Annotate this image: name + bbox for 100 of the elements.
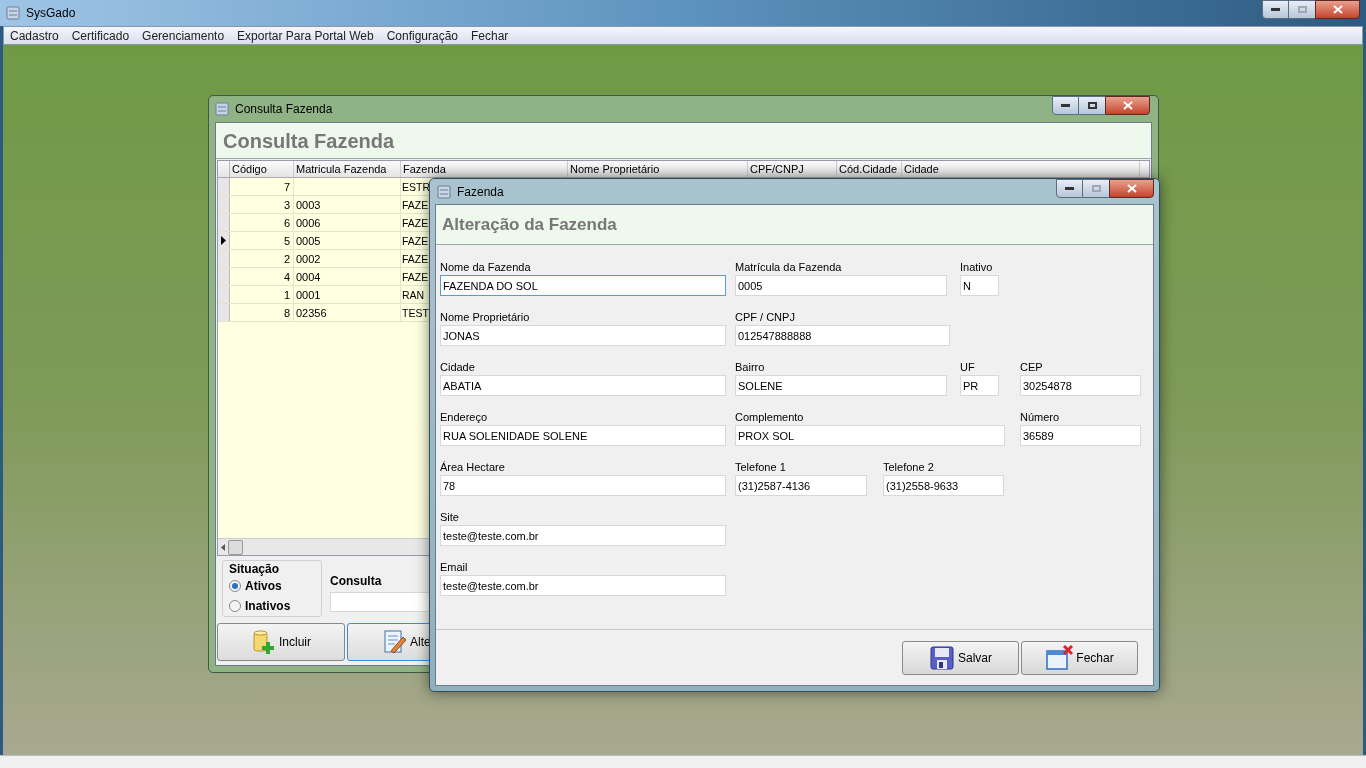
- radio-label: Inativos: [245, 598, 291, 615]
- text-field[interactable]: (31)2587-4136: [735, 475, 867, 496]
- text-field[interactable]: FAZENDA DO SOL: [440, 275, 726, 296]
- column-header[interactable]: Nome Proprietário: [568, 161, 748, 177]
- table-cell-text: TEST: [401, 306, 429, 321]
- panel-heading: Alteração da Fazenda: [442, 213, 617, 236]
- table-cell-text: FAZE: [401, 252, 429, 267]
- document-pencil-icon: [382, 629, 408, 655]
- close-icon: [1122, 101, 1133, 110]
- table-cell: 6: [230, 214, 294, 231]
- text-field[interactable]: N: [960, 275, 999, 296]
- menu-item[interactable]: Gerenciamento: [142, 26, 225, 45]
- text-field[interactable]: JONAS: [440, 325, 726, 346]
- search-field[interactable]: [330, 592, 430, 612]
- toolbar-button[interactable]: Incluir: [217, 623, 345, 661]
- field-label: Complemento: [735, 410, 805, 425]
- column-header[interactable]: Cód.Cidade: [837, 161, 902, 177]
- menu-item[interactable]: Exportar Para Portal Web: [237, 26, 374, 45]
- table-cell-text: FAZE: [401, 198, 429, 213]
- table-cell: 8: [230, 304, 294, 321]
- radio-button[interactable]: [229, 600, 241, 612]
- column-header[interactable]: Cidade: [902, 161, 1140, 177]
- field-label: Email: [440, 560, 469, 575]
- text-field[interactable]: teste@teste.com.br: [440, 575, 726, 596]
- field-label: Inativo: [960, 260, 994, 275]
- dialog-button[interactable]: Fechar: [1021, 640, 1138, 675]
- window-icon: [6, 6, 20, 20]
- table-cell-text: FAZE: [401, 270, 429, 285]
- close-button[interactable]: [1109, 179, 1154, 198]
- table-cell: 5: [230, 232, 294, 249]
- table-cell: 0002: [294, 250, 401, 267]
- radio-label: Ativos: [245, 578, 282, 595]
- table-cell: 2: [230, 250, 294, 267]
- text-field[interactable]: 012547888888: [735, 325, 950, 346]
- minimize-button[interactable]: [1262, 0, 1289, 19]
- table-cell: 0005: [294, 232, 401, 249]
- menu-item[interactable]: Configuração: [386, 26, 458, 45]
- text-field[interactable]: 30254878: [1020, 375, 1141, 396]
- text-field[interactable]: (31)2558-9633: [883, 475, 1004, 496]
- field-label: Cidade: [440, 360, 476, 375]
- text-field[interactable]: RUA SOLENIDADE SOLENE: [440, 425, 726, 446]
- window-close-icon: [1045, 644, 1074, 671]
- dialog-button[interactable]: Salvar: [902, 640, 1019, 675]
- row-indicator[interactable]: [218, 232, 230, 249]
- field-label: UF: [960, 360, 976, 375]
- app-title: SysGado: [26, 5, 76, 22]
- field-label: Site: [440, 510, 460, 525]
- text-field[interactable]: PROX SOL: [735, 425, 1005, 446]
- row-pointer-icon: [221, 236, 226, 245]
- column-header[interactable]: Código: [230, 161, 294, 177]
- field-label: Nome da Fazenda: [440, 260, 532, 275]
- panel-heading: Consulta Fazenda: [223, 128, 395, 154]
- field-label: Telefone 1: [735, 460, 787, 475]
- table-cell: 4: [230, 268, 294, 285]
- field-label: CEP: [1020, 360, 1044, 375]
- field-label: Endereço: [440, 410, 489, 425]
- field-label: CPF / CNPJ: [735, 310, 796, 325]
- minimize-button[interactable]: [1052, 96, 1079, 115]
- window-title: Consulta Fazenda: [235, 101, 333, 118]
- table-cell: 0006: [294, 214, 401, 231]
- scroll-left-icon[interactable]: [221, 543, 225, 551]
- column-header[interactable]: CPF/CNPJ: [748, 161, 837, 177]
- field-label: Telefone 2: [883, 460, 935, 475]
- column-header[interactable]: Matricula Fazenda: [294, 161, 401, 177]
- field-label: Área Hectare: [440, 460, 506, 475]
- table-cell-text: RAN: [401, 288, 425, 303]
- text-field[interactable]: PR: [960, 375, 999, 396]
- table-cell: 0004: [294, 268, 401, 285]
- table-cell: 1: [230, 286, 294, 303]
- table-cell: 3: [230, 196, 294, 213]
- table-cell: 0001: [294, 286, 401, 303]
- field-label: Matrícula da Fazenda: [735, 260, 843, 275]
- text-field[interactable]: SOLENE: [735, 375, 947, 396]
- table-cell-text: ESTR: [401, 180, 430, 195]
- text-field[interactable]: 36589: [1020, 425, 1141, 446]
- group-label: Situação: [229, 562, 280, 576]
- table-cell: 7: [230, 178, 294, 195]
- text-field[interactable]: 0005: [735, 275, 947, 296]
- table-cell-text: FAZE: [401, 216, 429, 231]
- menu-item[interactable]: Certificado: [71, 26, 130, 45]
- text-field[interactable]: ABATIA: [440, 375, 726, 396]
- field-label: Número: [1020, 410, 1061, 425]
- table-cell-text: FAZE: [401, 234, 429, 249]
- text-field[interactable]: teste@teste.com.br: [440, 525, 726, 546]
- close-icon: [1126, 184, 1137, 193]
- maximize-button[interactable]: [1079, 96, 1105, 115]
- menu-item[interactable]: Cadastro: [10, 26, 59, 45]
- minimize-button[interactable]: [1056, 179, 1083, 198]
- database-add-icon: [251, 629, 277, 655]
- text-field[interactable]: 78: [440, 475, 726, 496]
- table-cell: 02356: [294, 304, 401, 321]
- window-icon: [437, 184, 451, 199]
- close-button[interactable]: [1105, 96, 1150, 115]
- close-button[interactable]: [1315, 0, 1360, 19]
- column-header[interactable]: Fazenda: [401, 161, 568, 177]
- field-label: Bairro: [735, 360, 766, 375]
- menu-item[interactable]: Fechar: [471, 26, 509, 45]
- close-icon: [1332, 5, 1343, 14]
- radio-button[interactable]: [229, 580, 241, 592]
- window-title: Fazenda: [457, 183, 504, 201]
